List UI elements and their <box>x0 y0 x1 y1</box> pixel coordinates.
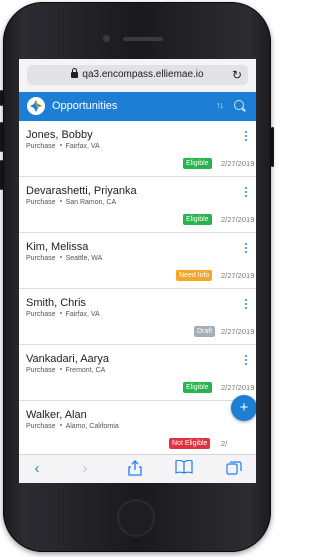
mute-switch <box>0 90 3 106</box>
more-options-icon[interactable] <box>245 187 247 197</box>
sort-icon[interactable]: ↑↓ <box>216 100 224 110</box>
phone-screen: qa3.encompass.elliemae.io ↻ Opportunitie… <box>19 59 256 483</box>
separator-dot <box>59 144 62 146</box>
borrower-name: Devarashetti, Priyanka <box>26 185 137 197</box>
status-badge: Eligible <box>183 214 212 225</box>
separator-dot <box>59 368 62 370</box>
volume-down-button <box>0 160 3 190</box>
loan-subtitle: Purchase San Ramon, CA <box>26 199 116 206</box>
borrower-name: Vankadari, Aarya <box>26 353 109 365</box>
property-location: Alamo, California <box>65 423 119 430</box>
property-location: Fairfax, VA <box>65 311 100 318</box>
front-camera <box>103 35 110 42</box>
more-options-icon[interactable] <box>245 299 247 309</box>
borrower-name: Jones, Bobby <box>26 129 93 141</box>
separator-dot <box>59 312 62 314</box>
url-display[interactable]: qa3.encompass.elliemae.io <box>27 65 248 85</box>
item-date: 2/27/2019 <box>221 383 255 392</box>
item-date: 2/27/2019 <box>221 271 255 280</box>
status-badge: Not Eligible <box>169 438 211 449</box>
borrower-name: Kim, Melissa <box>26 241 89 253</box>
status-badge: Eligible <box>183 158 212 169</box>
list-item[interactable]: Jones, Bobby Purchase Fairfax, VA Eligibl… <box>19 121 256 177</box>
status-badge: Need Info <box>176 270 213 281</box>
loan-type: Purchase <box>26 423 56 430</box>
separator-dot <box>59 424 62 426</box>
loan-type: Purchase <box>26 199 56 206</box>
reload-icon[interactable]: ↻ <box>232 68 242 82</box>
volume-up-button <box>0 122 3 152</box>
separator-dot <box>59 200 62 202</box>
list-item[interactable]: Walker, Alan Purchase Alamo, California N… <box>19 401 256 454</box>
loan-subtitle: Purchase Fairfax, VA <box>26 311 100 318</box>
loan-subtitle: Purchase Seattle, WA <box>26 255 102 262</box>
browser-address-area: qa3.encompass.elliemae.io ↻ <box>19 59 256 91</box>
status-badge: Eligible <box>183 382 212 393</box>
app-header: Opportunities ↑↓ <box>19 92 256 121</box>
loan-subtitle: Purchase Alamo, California <box>26 423 119 430</box>
item-date: 2/27/2019 <box>221 327 255 336</box>
more-options-icon[interactable] <box>245 131 247 141</box>
separator-dot <box>59 256 62 258</box>
status-badge: Draft <box>194 326 216 337</box>
forward-icon[interactable]: › <box>75 460 95 478</box>
list-item[interactable]: Kim, Melissa Purchase Seattle, WA Need In… <box>19 233 256 289</box>
property-location: Fremont, CA <box>65 367 106 374</box>
bookmarks-icon[interactable] <box>174 459 194 478</box>
loan-subtitle: Purchase Fairfax, VA <box>26 143 100 150</box>
tabs-icon[interactable] <box>224 460 244 478</box>
list-item[interactable]: Vankadari, Aarya Purchase Fremont, CA Eli… <box>19 345 256 401</box>
opportunity-list: Jones, Bobby Purchase Fairfax, VA Eligibl… <box>19 121 256 454</box>
loan-type: Purchase <box>26 367 56 374</box>
add-opportunity-button[interactable]: + <box>231 395 256 421</box>
search-icon[interactable] <box>234 100 244 110</box>
property-location: Fairfax, VA <box>65 143 100 150</box>
borrower-name: Smith, Chris <box>26 297 86 309</box>
share-icon[interactable] <box>125 460 145 478</box>
list-item[interactable]: Smith, Chris Purchase Fairfax, VA Draft 2… <box>19 289 256 345</box>
browser-toolbar: ‹ › <box>19 454 256 483</box>
borrower-name: Walker, Alan <box>26 409 87 421</box>
loan-type: Purchase <box>26 143 56 150</box>
home-button[interactable] <box>117 499 155 537</box>
item-date: 2/27/2019 <box>221 159 255 168</box>
item-date: 2/27/2019 <box>221 215 255 224</box>
property-location: San Ramon, CA <box>65 199 117 206</box>
loan-subtitle: Purchase Fremont, CA <box>26 367 105 374</box>
lock-icon <box>71 68 79 78</box>
address-bar[interactable]: qa3.encompass.elliemae.io ↻ <box>27 65 248 85</box>
more-options-icon[interactable] <box>245 355 247 365</box>
back-icon[interactable]: ‹ <box>27 460 47 478</box>
power-button <box>271 127 274 167</box>
encompass-logo-icon <box>27 97 45 115</box>
loan-type: Purchase <box>26 255 56 262</box>
earpiece-speaker <box>123 37 163 41</box>
property-location: Seattle, WA <box>65 255 103 262</box>
url-text: qa3.encompass.elliemae.io <box>82 69 204 80</box>
more-options-icon[interactable] <box>245 243 247 253</box>
item-date: 2/ <box>221 439 228 448</box>
page-title: Opportunities <box>52 100 118 112</box>
loan-type: Purchase <box>26 311 56 318</box>
list-item[interactable]: Devarashetti, Priyanka Purchase San Ramon… <box>19 177 256 233</box>
